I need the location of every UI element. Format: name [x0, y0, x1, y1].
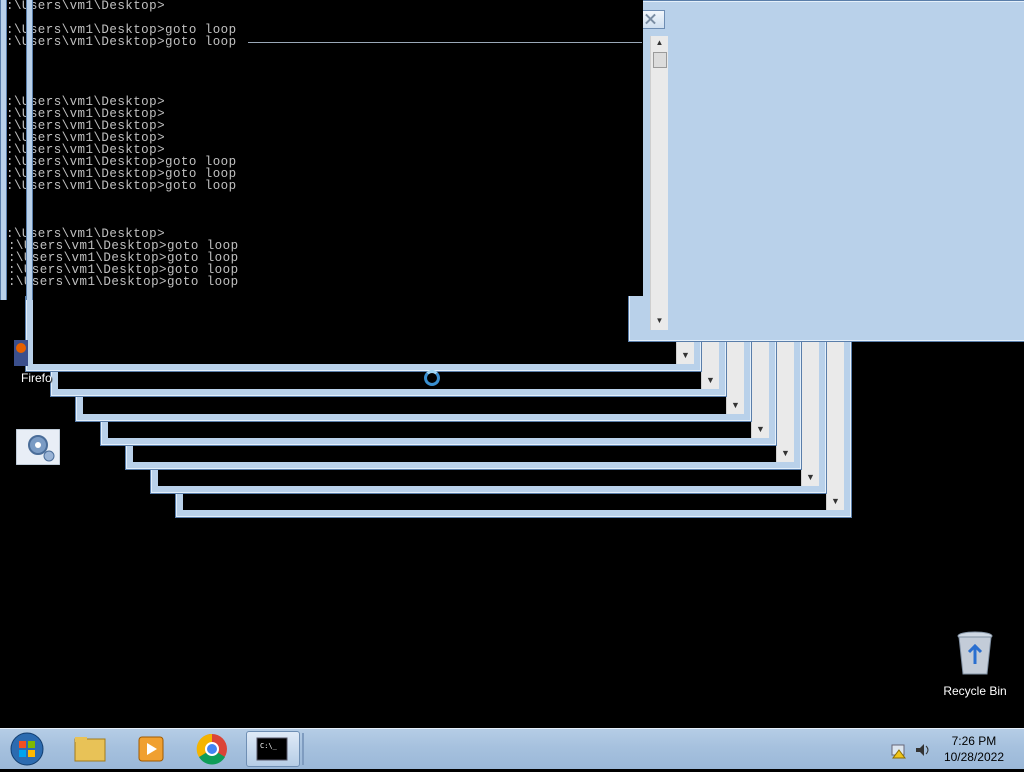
system-clock[interactable]: 7:26 PM 10/28/2022	[944, 733, 1004, 765]
clock-date: 10/28/2022	[943, 750, 1004, 764]
settings-gear-icon	[15, 428, 61, 466]
scroll-down-arrow-icon[interactable]: ▼	[677, 347, 694, 364]
svg-text:C:\_: C:\_	[260, 742, 278, 750]
taskbar: C:\_ 7:26 PM 10/28/2022	[0, 728, 1024, 769]
console-line: :\Users\vm1\Desktop>goto loop	[6, 179, 237, 193]
scroll-up-arrow-icon[interactable]: ▲	[651, 36, 668, 50]
network-warning-icon[interactable]	[890, 741, 908, 759]
scroll-down-arrow-icon[interactable]: ▼	[802, 469, 819, 486]
taskbar-media-player-button[interactable]	[123, 731, 177, 767]
taskbar-chrome-button[interactable]	[185, 731, 239, 767]
command-prompt-icon: C:\_	[256, 737, 288, 761]
desktop-icon-label: Firefo	[21, 371, 52, 385]
console-line: :\Users\vm1\Desktop>goto loop	[6, 35, 237, 49]
scroll-down-arrow-icon[interactable]: ▼	[702, 372, 719, 389]
console-scrollbar[interactable]: ▲ ▼	[650, 36, 668, 330]
taskbar-explorer-button[interactable]	[62, 731, 116, 767]
volume-icon[interactable]	[914, 741, 932, 759]
window-frame-edge	[0, 0, 7, 300]
console-line: C:\Users\vm1\Desktop>goto loop	[0, 275, 239, 289]
taskbar-cmd-button[interactable]: C:\_	[246, 731, 300, 767]
recycle-bin-icon	[957, 631, 993, 675]
start-orb-icon	[10, 732, 44, 766]
busy-cursor-icon	[424, 370, 440, 386]
firefox-icon	[14, 340, 28, 366]
media-player-icon	[138, 736, 164, 762]
scroll-thumb[interactable]	[653, 52, 667, 68]
scroll-down-arrow-icon[interactable]: ▼	[777, 445, 794, 462]
taskbar-separator	[302, 733, 304, 765]
window-frame-edge	[26, 0, 33, 300]
desktop-icon-label: Recycle Bin	[943, 684, 1007, 698]
file-explorer-icon	[74, 737, 106, 762]
desktop-icon-settings[interactable]	[15, 428, 61, 466]
console-output[interactable]: :\Users\vm1\Desktop>:\Users\vm1\Desktop>…	[0, 0, 643, 296]
scroll-down-arrow-icon[interactable]: ▼	[827, 493, 844, 510]
scroll-down-arrow-icon[interactable]: ▼	[727, 397, 744, 414]
scroll-down-arrow-icon[interactable]: ▼	[651, 314, 668, 328]
desktop-icon-recycle-bin[interactable]: Recycle Bin	[940, 630, 1010, 698]
start-button[interactable]	[8, 731, 46, 767]
clock-time: 7:26 PM	[951, 734, 997, 748]
console-selection-line	[248, 42, 642, 43]
chrome-icon	[196, 733, 227, 765]
scroll-down-arrow-icon[interactable]: ▼	[752, 421, 769, 438]
